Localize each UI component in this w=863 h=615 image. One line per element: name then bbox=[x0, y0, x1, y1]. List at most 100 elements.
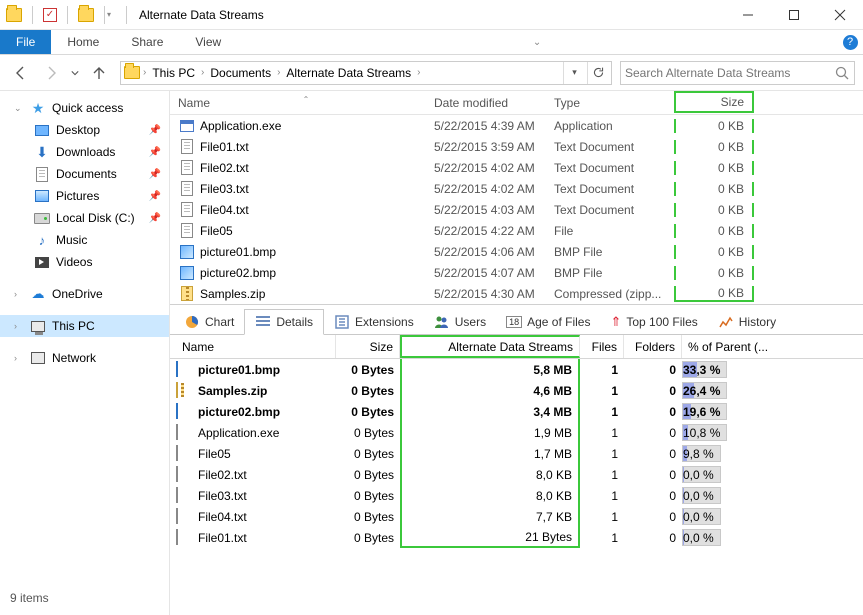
tab-chart[interactable]: Chart bbox=[174, 309, 244, 335]
tree-item[interactable]: Pictures📌 bbox=[0, 185, 169, 207]
navbar: › This PC › Documents › Alternate Data S… bbox=[0, 55, 863, 91]
file-row[interactable]: Samples.zip5/22/2015 4:30 AMCompressed (… bbox=[170, 283, 863, 304]
back-button[interactable] bbox=[8, 60, 34, 86]
dcol-size[interactable]: Size bbox=[336, 335, 400, 358]
close-button[interactable] bbox=[817, 0, 863, 30]
dcol-pct[interactable]: % of Parent (... bbox=[682, 335, 863, 358]
file-row[interactable]: File03.txt5/22/2015 4:02 AMText Document… bbox=[170, 178, 863, 199]
tab-extensions[interactable]: Extensions bbox=[324, 309, 424, 335]
row-size: 0 Bytes bbox=[336, 426, 400, 440]
file-row[interactable]: File04.txt5/22/2015 4:03 AMText Document… bbox=[170, 199, 863, 220]
file-name: File05 bbox=[200, 224, 233, 238]
crumb-folder[interactable]: Alternate Data Streams bbox=[282, 66, 415, 80]
tree-thispc[interactable]: › This PC bbox=[0, 315, 169, 337]
file-row[interactable]: Application.exe5/22/2015 4:39 AMApplicat… bbox=[170, 115, 863, 136]
file-size: 0 KB bbox=[674, 203, 754, 217]
row-pct: 0,0 % bbox=[682, 508, 863, 525]
recent-dropdown[interactable] bbox=[68, 60, 82, 86]
pin-icon: 📌 bbox=[149, 125, 161, 136]
tree-quick-access[interactable]: ⌄★ Quick access bbox=[0, 97, 169, 119]
crumb-thispc[interactable]: This PC bbox=[148, 66, 199, 80]
col-size[interactable]: Size bbox=[674, 91, 754, 113]
col-name[interactable]: ⌃Name bbox=[178, 96, 434, 110]
tab-home[interactable]: Home bbox=[51, 30, 115, 54]
row-folders: 0 bbox=[624, 531, 682, 545]
row-ads: 3,4 MB bbox=[400, 401, 580, 422]
details-row[interactable]: File04.txt0 Bytes7,7 KB100,0 % bbox=[170, 506, 863, 527]
file-size: 0 KB bbox=[674, 140, 754, 154]
row-size: 0 Bytes bbox=[336, 468, 400, 482]
tree-item[interactable]: ♪Music bbox=[0, 229, 169, 251]
qat-checkbox-icon[interactable]: ✓ bbox=[43, 8, 57, 22]
tab-age[interactable]: 18Age of Files bbox=[496, 309, 600, 335]
qat-open-icon[interactable] bbox=[78, 8, 94, 22]
tree-item[interactable]: Desktop📌 bbox=[0, 119, 169, 141]
details-row[interactable]: picture02.bmp0 Bytes3,4 MB1019,6 % bbox=[170, 401, 863, 422]
tree-item[interactable]: Videos bbox=[0, 251, 169, 273]
details-row[interactable]: File01.txt0 Bytes21 Bytes100,0 % bbox=[170, 527, 863, 548]
details-row[interactable]: File050 Bytes1,7 MB109,8 % bbox=[170, 443, 863, 464]
details-row[interactable]: Application.exe0 Bytes1,9 MB1010,8 % bbox=[170, 422, 863, 443]
maximize-button[interactable] bbox=[771, 0, 817, 30]
thispc-label: This PC bbox=[52, 319, 95, 333]
minimize-button[interactable] bbox=[725, 0, 771, 30]
tree-onedrive[interactable]: ›☁ OneDrive bbox=[0, 283, 169, 305]
details-row[interactable]: File03.txt0 Bytes8,0 KB100,0 % bbox=[170, 485, 863, 506]
col-date[interactable]: Date modified bbox=[434, 96, 554, 110]
tab-top100[interactable]: ⇑Top 100 Files bbox=[600, 309, 707, 335]
file-date: 5/22/2015 4:30 AM bbox=[434, 287, 554, 301]
crumb-documents[interactable]: Documents bbox=[206, 66, 275, 80]
dcol-ads[interactable]: Alternate Data Streams bbox=[400, 335, 580, 358]
tree-item[interactable]: Local Disk (C:)📌 bbox=[0, 207, 169, 229]
col-type[interactable]: Type bbox=[554, 96, 674, 110]
file-tab[interactable]: File bbox=[0, 30, 51, 54]
tab-view[interactable]: View bbox=[179, 30, 237, 54]
file-icon bbox=[178, 181, 196, 197]
file-name: File02.txt bbox=[200, 161, 249, 175]
file-row[interactable]: File055/22/2015 4:22 AMFile0 KB bbox=[170, 220, 863, 241]
file-size: 0 KB bbox=[674, 161, 754, 175]
row-pct: 0,0 % bbox=[682, 529, 863, 546]
search-input[interactable] bbox=[625, 66, 834, 80]
row-files: 1 bbox=[580, 468, 624, 482]
file-type: Application bbox=[554, 119, 674, 133]
up-button[interactable] bbox=[86, 60, 112, 86]
details-row[interactable]: File02.txt0 Bytes8,0 KB100,0 % bbox=[170, 464, 863, 485]
dcol-name[interactable]: Name bbox=[176, 335, 336, 358]
file-type: Text Document bbox=[554, 182, 674, 196]
tab-users[interactable]: Users bbox=[424, 309, 496, 335]
quick-access-label: Quick access bbox=[52, 101, 123, 115]
row-pct: 33,3 % bbox=[682, 361, 863, 378]
tree-network[interactable]: › Network bbox=[0, 347, 169, 369]
details-row[interactable]: Samples.zip0 Bytes4,6 MB1026,4 % bbox=[170, 380, 863, 401]
ribbon-expand[interactable]: ⌄ bbox=[524, 30, 550, 54]
dcol-files[interactable]: Files bbox=[580, 335, 624, 358]
tab-history[interactable]: History bbox=[708, 309, 786, 335]
row-pct: 26,4 % bbox=[682, 382, 863, 399]
row-pct: 9,8 % bbox=[682, 445, 863, 462]
file-type: Text Document bbox=[554, 161, 674, 175]
tree-item[interactable]: ⬇Downloads📌 bbox=[0, 141, 169, 163]
ribbon: File Home Share View ⌄ ? bbox=[0, 30, 863, 55]
refresh-button[interactable] bbox=[587, 62, 609, 84]
file-row[interactable]: File01.txt5/22/2015 3:59 AMText Document… bbox=[170, 136, 863, 157]
file-date: 5/22/2015 4:39 AM bbox=[434, 119, 554, 133]
tree-item[interactable]: Documents📌 bbox=[0, 163, 169, 185]
breadcrumb-dropdown[interactable]: ▾ bbox=[563, 62, 585, 84]
tree-item-label: Downloads bbox=[56, 145, 115, 159]
details-row[interactable]: picture01.bmp0 Bytes5,8 MB1033,3 % bbox=[170, 359, 863, 380]
row-size: 0 Bytes bbox=[336, 447, 400, 461]
help-button[interactable]: ? bbox=[837, 30, 863, 54]
row-ads: 1,9 MB bbox=[400, 422, 580, 443]
file-row[interactable]: File02.txt5/22/2015 4:02 AMText Document… bbox=[170, 157, 863, 178]
qat-dropdown[interactable]: ▾ bbox=[104, 6, 116, 24]
search-box[interactable] bbox=[620, 61, 855, 85]
tab-share[interactable]: Share bbox=[115, 30, 179, 54]
file-row[interactable]: picture01.bmp5/22/2015 4:06 AMBMP File0 … bbox=[170, 241, 863, 262]
breadcrumb[interactable]: › This PC › Documents › Alternate Data S… bbox=[120, 61, 612, 85]
forward-button[interactable] bbox=[38, 60, 64, 86]
file-row[interactable]: picture02.bmp5/22/2015 4:07 AMBMP File0 … bbox=[170, 262, 863, 283]
tab-details[interactable]: Details bbox=[244, 309, 324, 335]
dcol-folders[interactable]: Folders bbox=[624, 335, 682, 358]
file-icon bbox=[178, 223, 196, 239]
